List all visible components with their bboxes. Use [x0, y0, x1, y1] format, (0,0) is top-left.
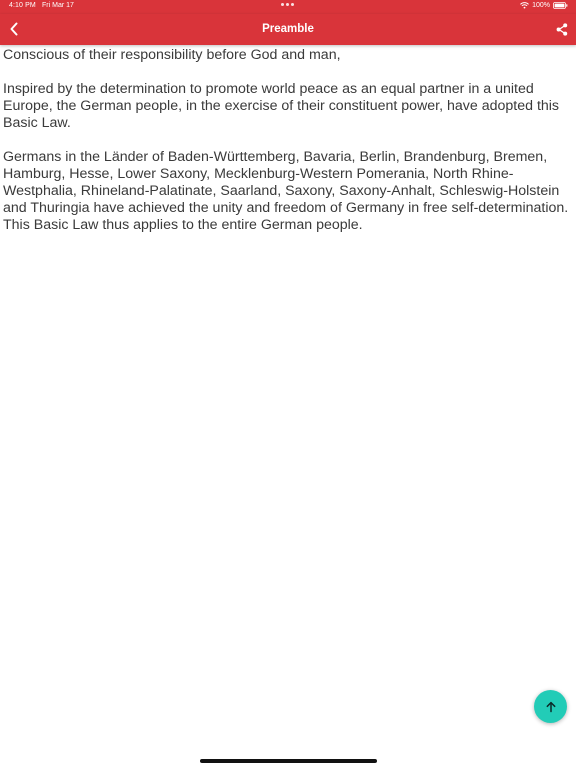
- status-bar: 4:10 PM Fri Mar 17 100%: [0, 0, 576, 14]
- share-icon: [556, 22, 568, 36]
- status-right: 100%: [520, 2, 568, 9]
- preamble-text: Conscious of their responsibility before…: [3, 47, 569, 251]
- scroll-to-top-button[interactable]: [534, 690, 567, 723]
- home-indicator[interactable]: [200, 759, 377, 763]
- nav-bar: Preamble: [0, 14, 576, 45]
- page-title: Preamble: [262, 23, 314, 35]
- chevron-left-icon: [10, 22, 18, 36]
- paragraph: Inspired by the determination to promote…: [3, 81, 560, 131]
- wifi-icon: [520, 2, 529, 9]
- battery-percentage: 100%: [532, 2, 550, 9]
- battery-icon: [553, 2, 568, 9]
- paragraph: Germans in the Länder of Baden-Württembe…: [3, 149, 569, 233]
- back-button[interactable]: [4, 18, 24, 40]
- arrow-up-icon: [546, 701, 555, 712]
- status-time: 4:10 PM: [9, 2, 36, 9]
- screen: 4:10 PM Fri Mar 17 100% Preamble Conscio…: [0, 0, 576, 768]
- share-button[interactable]: [554, 19, 570, 39]
- multitasking-dots-icon[interactable]: [281, 3, 294, 6]
- status-date: Fri Mar 17: [42, 2, 74, 9]
- paragraph: Conscious of their responsibility before…: [3, 47, 341, 63]
